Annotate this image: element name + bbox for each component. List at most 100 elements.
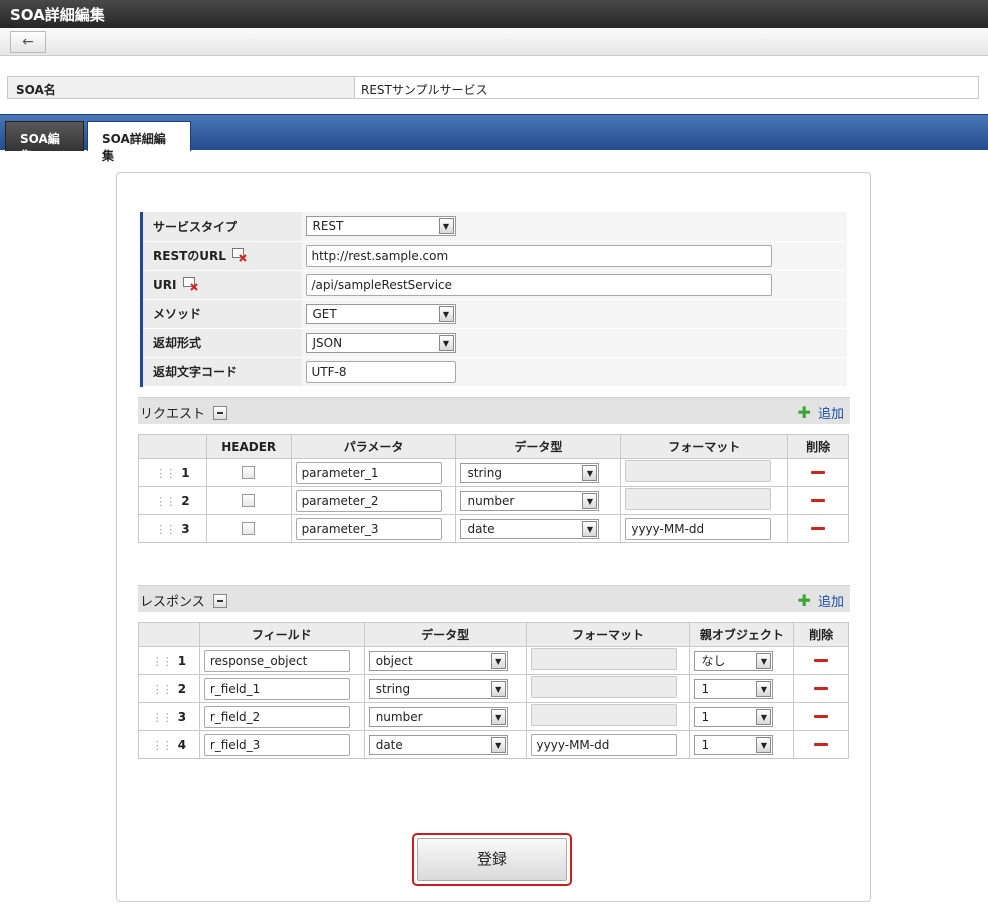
- table-row: ⋮⋮ 2 r_field_1 string ▼ 1 ▼: [138, 674, 849, 703]
- data-type-select[interactable]: number ▼: [368, 706, 508, 727]
- back-arrow-icon: ←: [22, 34, 34, 50]
- data-type-select[interactable]: object ▼: [368, 650, 508, 671]
- dropdown-arrow-icon: ▼: [490, 736, 506, 753]
- delete-row-icon[interactable]: [814, 659, 829, 662]
- dropdown-arrow-icon: ▼: [490, 652, 506, 669]
- delete-row-icon[interactable]: [814, 715, 829, 718]
- delete-row-icon[interactable]: [814, 743, 829, 746]
- data-type-select[interactable]: date ▼: [460, 518, 600, 539]
- parent-object-select[interactable]: なし ▼: [694, 650, 774, 671]
- format-input[interactable]: yyyy-MM-dd: [625, 517, 772, 540]
- col-format: フォーマット: [525, 622, 691, 647]
- header-checkbox[interactable]: [242, 494, 256, 507]
- format-input: [530, 648, 677, 670]
- dropdown-arrow-icon: ▼: [582, 492, 598, 509]
- dropdown-arrow-icon: ▼: [756, 736, 772, 753]
- drag-handle-icon[interactable]: ⋮⋮: [155, 495, 176, 508]
- return-format-label: 返却形式: [140, 328, 302, 358]
- return-format-select[interactable]: JSON ▼: [305, 332, 456, 353]
- collapse-response-button[interactable]: [212, 594, 227, 608]
- add-response-button[interactable]: ✚ 追加: [797, 591, 844, 610]
- dropdown-arrow-icon: ▼: [756, 708, 772, 725]
- parameter-input[interactable]: parameter_1: [295, 461, 442, 484]
- tab-soa-detail-edit[interactable]: SOA詳細編集: [87, 121, 191, 163]
- parent-object-select[interactable]: 1 ▼: [694, 734, 774, 755]
- soa-name-row: SOA名 RESTサンプルサービス: [7, 76, 979, 99]
- plus-icon: ✚: [797, 403, 811, 422]
- return-charset-label: 返却文字コード: [140, 357, 302, 387]
- table-row: ⋮⋮ 4 r_field_3 date ▼ yyyy-MM-dd 1 ▼: [138, 730, 849, 759]
- response-section-header: レスポンス ✚ 追加: [138, 585, 850, 612]
- data-type-select[interactable]: string ▼: [460, 462, 600, 483]
- col-field: フィールド: [198, 622, 365, 647]
- service-settings-table: サービスタイプ REST ▼ RESTのURL http://rest.samp…: [140, 212, 847, 387]
- data-type-select[interactable]: date ▼: [368, 734, 508, 755]
- drag-handle-icon[interactable]: ⋮⋮: [152, 739, 173, 752]
- drag-handle-icon[interactable]: ⋮⋮: [152, 711, 173, 724]
- dropdown-arrow-icon: ▼: [438, 218, 454, 235]
- tab-soa-edit[interactable]: SOA編集: [5, 121, 84, 163]
- col-data-type: データ型: [455, 434, 622, 459]
- request-section-header: リクエスト ✚ 追加: [138, 397, 850, 424]
- dropdown-arrow-icon: ▼: [582, 464, 598, 481]
- format-input: [625, 488, 772, 510]
- plus-icon: ✚: [797, 591, 811, 610]
- field-input[interactable]: r_field_3: [203, 733, 350, 756]
- delete-row-icon[interactable]: [811, 471, 826, 474]
- data-type-select[interactable]: number ▼: [460, 490, 600, 511]
- drag-handle-icon[interactable]: ⋮⋮: [152, 683, 173, 696]
- method-select[interactable]: GET ▼: [305, 303, 456, 324]
- delete-row-icon[interactable]: [811, 527, 826, 530]
- format-input: [625, 460, 772, 482]
- table-row: ⋮⋮ 2 parameter_2 number ▼: [138, 486, 849, 515]
- tab-bar: SOA編集 SOA詳細編集: [0, 114, 988, 163]
- method-label: メソッド: [140, 299, 302, 329]
- table-row: ⋮⋮ 3 parameter_3 date ▼ yyyy-MM-dd: [138, 514, 849, 543]
- drag-handle-icon[interactable]: ⋮⋮: [152, 655, 173, 668]
- dropdown-arrow-icon: ▼: [582, 520, 598, 537]
- col-format: フォーマット: [620, 434, 789, 459]
- dropdown-arrow-icon: ▼: [756, 680, 772, 697]
- register-button[interactable]: 登録: [417, 838, 567, 881]
- request-table: HEADER パラメータ データ型 フォーマット 削除 ⋮⋮ 1 paramete…: [138, 434, 849, 543]
- toolbar: ←: [0, 28, 988, 56]
- field-input[interactable]: response_object: [203, 649, 350, 672]
- uri-input[interactable]: /api/sampleRestService: [305, 273, 772, 296]
- col-header: HEADER: [205, 434, 292, 459]
- field-input[interactable]: r_field_2: [203, 705, 350, 728]
- dropdown-arrow-icon: ▼: [490, 708, 506, 725]
- col-delete: 削除: [787, 434, 849, 459]
- dropdown-arrow-icon: ▼: [490, 680, 506, 697]
- parent-object-select[interactable]: 1 ▼: [694, 678, 774, 699]
- col-data-type: データ型: [363, 622, 527, 647]
- return-charset-input[interactable]: UTF-8: [305, 360, 456, 383]
- dropdown-arrow-icon: ▼: [438, 334, 454, 351]
- delete-row-icon[interactable]: [814, 687, 829, 690]
- table-row: ⋮⋮ 3 r_field_2 number ▼ 1 ▼: [138, 702, 849, 731]
- delete-row-icon[interactable]: [811, 499, 826, 502]
- drag-handle-icon[interactable]: ⋮⋮: [155, 467, 176, 480]
- header-checkbox[interactable]: [242, 466, 256, 479]
- table-row: ⋮⋮ 1 response_object object ▼ なし ▼: [138, 646, 849, 675]
- parameter-input[interactable]: parameter_2: [295, 489, 442, 512]
- parameter-input[interactable]: parameter_3: [295, 517, 442, 540]
- service-type-select[interactable]: REST ▼: [305, 216, 456, 237]
- data-type-select[interactable]: string ▼: [368, 678, 508, 699]
- response-table: フィールド データ型 フォーマット 親オブジェクト 削除 ⋮⋮ 1 respons…: [138, 622, 849, 759]
- format-input: [530, 676, 677, 698]
- field-input[interactable]: r_field_1: [203, 677, 350, 700]
- col-delete: 削除: [793, 622, 849, 647]
- drag-handle-icon[interactable]: ⋮⋮: [155, 523, 176, 536]
- header-checkbox[interactable]: [242, 522, 256, 535]
- col-parameter: パラメータ: [290, 434, 457, 459]
- rest-url-input[interactable]: http://rest.sample.com: [305, 244, 772, 267]
- parent-object-select[interactable]: 1 ▼: [694, 706, 774, 727]
- format-input[interactable]: yyyy-MM-dd: [530, 733, 677, 756]
- window-title: SOA詳細編集: [0, 0, 988, 28]
- format-input: [530, 704, 677, 726]
- uri-label: URI: [153, 278, 177, 292]
- response-section-title: レスポンス: [140, 595, 205, 610]
- collapse-request-button[interactable]: [213, 406, 228, 420]
- add-request-button[interactable]: ✚ 追加: [797, 403, 844, 422]
- back-button[interactable]: ←: [10, 31, 46, 53]
